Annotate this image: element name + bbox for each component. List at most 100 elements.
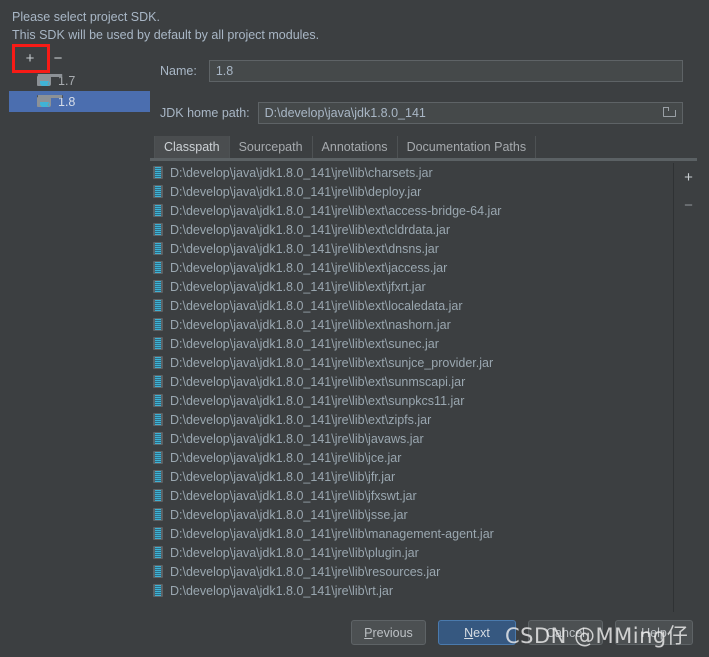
previous-label-rest: revious <box>372 625 413 640</box>
classpath-entry-row[interactable]: D:\develop\java\jdk1.8.0_141\jre\lib\plu… <box>150 543 672 562</box>
classpath-entry-label: D:\develop\java\jdk1.8.0_141\jre\lib\cha… <box>170 165 433 180</box>
classpath-entry-label: D:\develop\java\jdk1.8.0_141\jre\lib\ext… <box>170 222 451 237</box>
classpath-entry-label: D:\develop\java\jdk1.8.0_141\jre\lib\plu… <box>170 545 419 560</box>
jar-file-icon <box>153 470 163 483</box>
classpath-entry-label: D:\develop\java\jdk1.8.0_141\jre\lib\ext… <box>170 279 426 294</box>
jdk-home-path-label: JDK home path: <box>160 106 250 120</box>
folder-browse-icon[interactable] <box>662 107 677 118</box>
classpath-entry-row[interactable]: D:\develop\java\jdk1.8.0_141\jre\lib\jfx… <box>150 486 672 505</box>
classpath-side-buttons: + − <box>674 163 703 219</box>
classpath-entry-row[interactable]: D:\develop\java\jdk1.8.0_141\jre\lib\jfr… <box>150 467 672 486</box>
dialog-prompt: Please select project SDK. This SDK will… <box>12 8 692 44</box>
prompt-line-2: This SDK will be used by default by all … <box>12 28 320 42</box>
sdk-list-panel: + − 1.7 1.8 <box>9 46 150 612</box>
classpath-entry-row[interactable]: D:\develop\java\jdk1.8.0_141\jre\lib\ext… <box>150 258 672 277</box>
classpath-entry-row[interactable]: D:\develop\java\jdk1.8.0_141\jre\lib\ext… <box>150 391 672 410</box>
add-sdk-button[interactable]: + <box>22 50 38 66</box>
jar-file-icon <box>153 584 163 597</box>
jar-file-icon <box>153 508 163 521</box>
add-classpath-button[interactable]: + <box>674 163 703 191</box>
classpath-entry-label: D:\develop\java\jdk1.8.0_141\jre\lib\ext… <box>170 393 465 408</box>
name-field-row: Name: 1.8 <box>160 60 683 82</box>
classpath-entry-list[interactable]: D:\develop\java\jdk1.8.0_141\jre\lib\cha… <box>150 163 672 612</box>
cancel-button[interactable]: Cancel <box>528 620 603 645</box>
jar-file-icon <box>153 337 163 350</box>
classpath-entry-row[interactable]: D:\develop\java\jdk1.8.0_141\jre\lib\jav… <box>150 429 672 448</box>
next-button[interactable]: Next <box>438 620 516 645</box>
classpath-entry-label: D:\develop\java\jdk1.8.0_141\jre\lib\ext… <box>170 412 432 427</box>
classpath-entry-row[interactable]: D:\develop\java\jdk1.8.0_141\jre\lib\ext… <box>150 315 672 334</box>
classpath-entry-row[interactable]: D:\develop\java\jdk1.8.0_141\jre\lib\ext… <box>150 410 672 429</box>
classpath-entry-label: D:\develop\java\jdk1.8.0_141\jre\lib\jfx… <box>170 488 417 503</box>
jar-file-icon <box>153 223 163 236</box>
remove-sdk-button[interactable]: − <box>50 50 66 66</box>
classpath-entry-row[interactable]: D:\develop\java\jdk1.8.0_141\jre\lib\ext… <box>150 334 672 353</box>
jdk-home-path-input[interactable]: D:\develop\java\jdk1.8.0_141 <box>257 102 683 124</box>
classpath-entry-label: D:\develop\java\jdk1.8.0_141\jre\lib\jce… <box>170 450 402 465</box>
sdk-toolbar: + − <box>9 46 150 70</box>
classpath-entry-row[interactable]: D:\develop\java\jdk1.8.0_141\jre\lib\ext… <box>150 372 672 391</box>
jar-file-icon <box>153 261 163 274</box>
jdk-home-path-row: JDK home path: D:\develop\java\jdk1.8.0_… <box>160 102 683 124</box>
jar-file-icon <box>153 166 163 179</box>
classpath-tabbar[interactable]: Classpath Sourcepath Annotations Documentat… <box>154 136 537 158</box>
classpath-entry-label: D:\develop\java\jdk1.8.0_141\jre\lib\man… <box>170 526 494 541</box>
next-mnemonic: N <box>464 625 474 640</box>
sdk-detail-panel: Name: 1.8 JDK home path: D:\develop\java… <box>150 46 703 612</box>
classpath-entry-row[interactable]: D:\develop\java\jdk1.8.0_141\jre\lib\ext… <box>150 353 672 372</box>
classpath-area: D:\develop\java\jdk1.8.0_141\jre\lib\cha… <box>150 163 703 612</box>
classpath-entry-label: D:\develop\java\jdk1.8.0_141\jre\lib\ext… <box>170 298 463 313</box>
jar-file-icon <box>153 185 163 198</box>
jar-file-icon <box>153 432 163 445</box>
classpath-entry-row[interactable]: D:\develop\java\jdk1.8.0_141\jre\lib\ext… <box>150 201 672 220</box>
jar-file-icon <box>153 375 163 388</box>
classpath-entry-label: D:\develop\java\jdk1.8.0_141\jre\lib\res… <box>170 564 441 579</box>
previous-mnemonic: P <box>364 625 373 640</box>
classpath-entry-label: D:\develop\java\jdk1.8.0_141\jre\lib\ext… <box>170 260 448 275</box>
tab-annotations[interactable]: Annotations <box>312 136 398 158</box>
dialog-button-bar: Previous Next Cancel Help <box>0 620 709 657</box>
tab-sourcepath[interactable]: Sourcepath <box>229 136 313 158</box>
jar-file-icon <box>153 565 163 578</box>
classpath-entry-label: D:\develop\java\jdk1.8.0_141\jre\lib\ext… <box>170 317 451 332</box>
previous-button[interactable]: Previous <box>351 620 426 645</box>
jar-file-icon <box>153 413 163 426</box>
classpath-entry-row[interactable]: D:\develop\java\jdk1.8.0_141\jre\lib\cha… <box>150 163 672 182</box>
next-label-rest: ext <box>473 625 490 640</box>
classpath-entry-row[interactable]: D:\develop\java\jdk1.8.0_141\jre\lib\ext… <box>150 277 672 296</box>
jar-file-icon <box>153 356 163 369</box>
jdk-home-path-value: D:\develop\java\jdk1.8.0_141 <box>264 106 426 120</box>
classpath-entry-row[interactable]: D:\develop\java\jdk1.8.0_141\jre\lib\jss… <box>150 505 672 524</box>
name-input[interactable]: 1.8 <box>208 60 683 82</box>
tab-classpath[interactable]: Classpath <box>154 136 230 158</box>
jar-file-icon <box>153 546 163 559</box>
name-label: Name: <box>160 64 197 78</box>
help-button[interactable]: Help <box>615 620 693 645</box>
jar-file-icon <box>153 451 163 464</box>
classpath-entry-row[interactable]: D:\develop\java\jdk1.8.0_141\jre\lib\rt.… <box>150 581 672 600</box>
tab-documentation-paths[interactable]: Documentation Paths <box>397 136 537 158</box>
classpath-entry-row[interactable]: D:\develop\java\jdk1.8.0_141\jre\lib\dep… <box>150 182 672 201</box>
jdk-folder-icon <box>37 73 63 88</box>
classpath-entry-row[interactable]: D:\develop\java\jdk1.8.0_141\jre\lib\ext… <box>150 296 672 315</box>
classpath-entry-row[interactable]: D:\develop\java\jdk1.8.0_141\jre\lib\ext… <box>150 220 672 239</box>
prompt-line-1: Please select project SDK. <box>12 10 160 24</box>
classpath-entry-label: D:\develop\java\jdk1.8.0_141\jre\lib\jav… <box>170 431 424 446</box>
jdk-folder-icon <box>37 94 63 109</box>
classpath-entry-label: D:\develop\java\jdk1.8.0_141\jre\lib\ext… <box>170 241 439 256</box>
classpath-entry-row[interactable]: D:\develop\java\jdk1.8.0_141\jre\lib\res… <box>150 562 672 581</box>
classpath-entry-row[interactable]: D:\develop\java\jdk1.8.0_141\jre\lib\jce… <box>150 448 672 467</box>
sdk-list-item[interactable]: 1.8 <box>9 91 150 112</box>
sdk-list-item[interactable]: 1.7 <box>9 70 150 91</box>
classpath-entry-row[interactable]: D:\develop\java\jdk1.8.0_141\jre\lib\man… <box>150 524 672 543</box>
classpath-entry-row[interactable]: D:\develop\java\jdk1.8.0_141\jre\lib\ext… <box>150 239 672 258</box>
jar-file-icon <box>153 242 163 255</box>
remove-classpath-button[interactable]: − <box>674 191 703 219</box>
classpath-entry-label: D:\develop\java\jdk1.8.0_141\jre\lib\rt.… <box>170 583 394 598</box>
classpath-entry-label: D:\develop\java\jdk1.8.0_141\jre\lib\ext… <box>170 355 494 370</box>
jar-file-icon <box>153 280 163 293</box>
sdk-list[interactable]: 1.7 1.8 <box>9 70 150 112</box>
jar-file-icon <box>153 204 163 217</box>
tabbar-underline <box>150 158 697 161</box>
classpath-entry-label: D:\develop\java\jdk1.8.0_141\jre\lib\jss… <box>170 507 408 522</box>
